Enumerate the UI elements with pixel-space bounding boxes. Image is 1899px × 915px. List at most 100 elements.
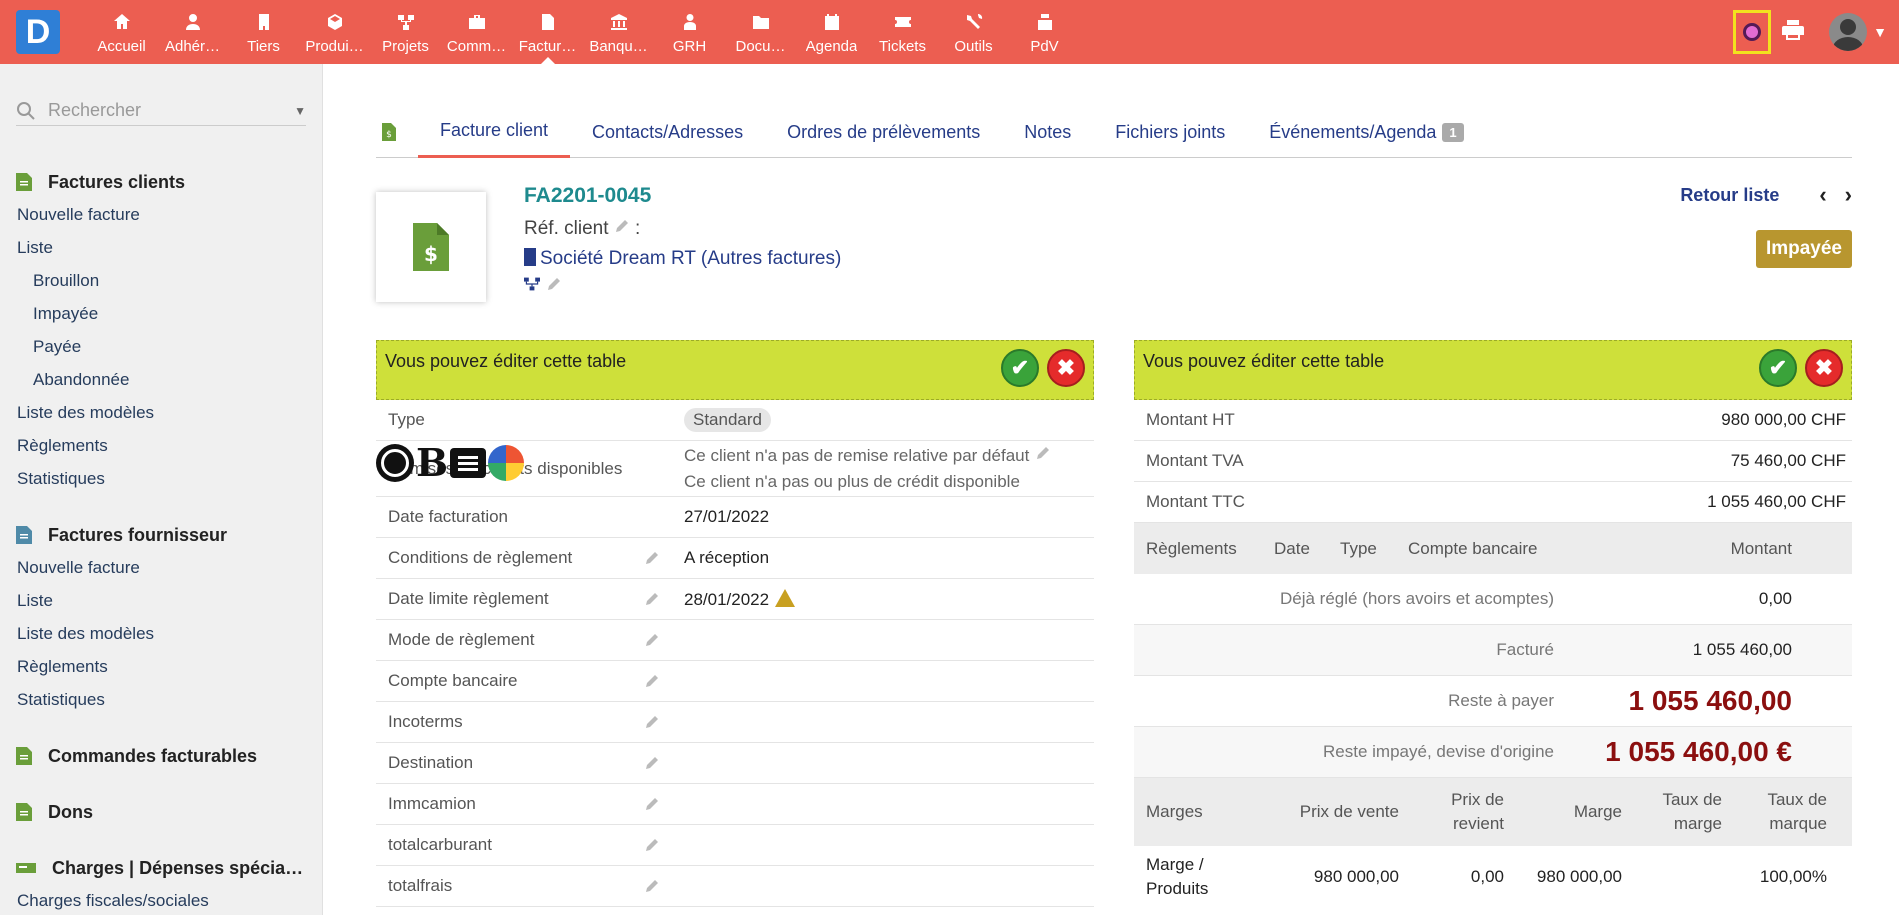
tab-1[interactable]: Contacts/Adresses <box>570 106 765 158</box>
nav-item-10[interactable]: Agenda <box>796 0 867 64</box>
company-link[interactable]: Société Dream RT <box>540 248 696 269</box>
nav-item-8[interactable]: GRH <box>654 0 725 64</box>
confirm-icon[interactable]: ✔ <box>1001 349 1039 387</box>
sidebar-item[interactable]: Nouvelle facture <box>0 551 323 584</box>
payments-column-header: Montant <box>1730 538 1792 558</box>
sidebar-item[interactable]: Liste des modèles <box>0 396 323 429</box>
sidebar-section-title: Factures clients <box>48 171 186 192</box>
extension-icon[interactable] <box>1733 10 1771 54</box>
app-logo[interactable]: D <box>16 10 60 54</box>
field-label: Type <box>388 410 425 429</box>
tab-3[interactable]: Notes <box>1002 106 1093 158</box>
sidebar-item[interactable]: Règlements <box>0 650 323 683</box>
sidebar-item[interactable]: Charges fiscales/sociales <box>0 884 323 915</box>
nav-item-9[interactable]: Docu… <box>725 0 796 64</box>
pencil-icon[interactable] <box>546 276 562 292</box>
pencil-icon[interactable] <box>1035 446 1051 465</box>
sidebar-item[interactable]: Payée <box>0 330 323 363</box>
sidebar-item[interactable]: Impayée <box>0 297 323 330</box>
field-row: Incoterms <box>376 702 1094 743</box>
sidebar-item[interactable]: Liste des modèles <box>0 617 323 650</box>
amount-row: Montant HT 980 000,00 CHF <box>1134 400 1852 441</box>
circle-logo-icon[interactable] <box>376 443 414 482</box>
pencil-icon[interactable] <box>644 632 660 653</box>
message-icon[interactable] <box>450 447 487 478</box>
cancel-icon[interactable]: ✖ <box>1805 349 1843 387</box>
pencil-icon[interactable] <box>614 218 630 234</box>
tools-icon <box>966 13 982 29</box>
sidebar-section-3[interactable]: Dons <box>0 796 323 828</box>
pencil-icon[interactable] <box>644 837 660 858</box>
sidebar-item[interactable]: Abandonnée <box>0 363 323 396</box>
nav-item-6[interactable]: Factur… <box>512 0 583 64</box>
pencil-icon[interactable] <box>644 673 660 694</box>
nav-item-4[interactable]: Projets <box>370 0 441 64</box>
nav-item-0[interactable]: Accueil <box>86 0 157 64</box>
sidebar-item[interactable]: Liste <box>0 584 323 617</box>
print-icon[interactable] <box>1781 18 1805 47</box>
nav-item-7[interactable]: Banqu… <box>583 0 654 64</box>
tab-2[interactable]: Ordres de prélèvements <box>765 106 1002 158</box>
svg-text:$: $ <box>386 130 392 140</box>
nav-item-label: Tiers <box>247 38 280 55</box>
sidebar-section-2[interactable]: Commandes facturables <box>0 740 323 772</box>
pencil-icon[interactable] <box>644 796 660 817</box>
sidebar-item[interactable]: Statistiques <box>0 683 323 716</box>
invoice-header: FA2201-0045 Réf. client : Société Dream … <box>524 184 841 292</box>
sidebar-item[interactable]: Liste <box>0 231 323 264</box>
project-icon <box>397 15 414 30</box>
bold-b-icon[interactable]: B <box>416 440 448 485</box>
sidebar-section-0[interactable]: Factures clients <box>0 166 323 198</box>
sidebar-section-4[interactable]: Charges | Dépenses spécia… <box>0 852 323 884</box>
margins-header: Marges Prix de vente Prix de revient Marge T… <box>1134 778 1852 846</box>
tab-4[interactable]: Fichiers joints <box>1093 106 1247 158</box>
pencil-icon[interactable] <box>644 755 660 776</box>
field-label: totalfrais <box>388 876 453 895</box>
overlay-toolbar: B <box>376 440 525 485</box>
nav-item-5[interactable]: Comm… <box>441 0 512 64</box>
charges-icon <box>16 863 36 873</box>
company-group-link[interactable]: Autres factures <box>707 248 835 269</box>
confirm-icon[interactable]: ✔ <box>1759 349 1797 387</box>
nav-item-2[interactable]: Tiers <box>228 0 299 64</box>
field-label: Date limite règlement <box>388 589 549 608</box>
sidebar-item[interactable]: Règlements <box>0 429 323 462</box>
main-nav: Accueil Adhér… Tiers Produi… Projets Comm… Fac… <box>86 0 1080 64</box>
next-record-button[interactable]: › <box>1845 182 1852 208</box>
chevron-down-icon[interactable]: ▼ <box>1867 24 1893 40</box>
pencil-icon[interactable] <box>644 591 660 612</box>
previous-record-button[interactable]: ‹ <box>1819 182 1826 208</box>
top-bar: D Accueil Adhér… Tiers Produi… Projets Comm… F… <box>0 0 1899 64</box>
search-box[interactable]: Rechercher ▼ <box>16 96 306 126</box>
tab-0[interactable]: Facture client <box>418 106 571 158</box>
nav-item-11[interactable]: Tickets <box>867 0 938 64</box>
nav-item-3[interactable]: Produi… <box>299 0 370 64</box>
payment-summary-row: Reste à payer 1 055 460,00 <box>1134 676 1852 727</box>
user-avatar[interactable] <box>1829 13 1867 51</box>
cancel-icon[interactable]: ✖ <box>1047 349 1085 387</box>
nav-item-13[interactable]: PdV <box>1009 0 1080 64</box>
back-to-list-link[interactable]: Retour liste <box>1680 185 1779 206</box>
pencil-icon[interactable] <box>644 550 660 571</box>
field-value-text: A réception <box>684 548 770 567</box>
sidebar-item[interactable]: Nouvelle facture <box>0 198 323 231</box>
sidebar-section-1[interactable]: Factures fournisseur <box>0 519 323 551</box>
tab-5[interactable]: Événements/Agenda 1 <box>1247 106 1485 158</box>
color-wheel-icon[interactable] <box>488 444 525 481</box>
invoice-icon: $ <box>376 192 486 302</box>
amount-value: 980 000,00 CHF <box>1721 410 1846 429</box>
payments-column-header: Compte bancaire <box>1408 538 1538 558</box>
margins-cell: 100,00% <box>1759 867 1827 886</box>
nav-item-label: GRH <box>672 38 707 55</box>
field-label: totalcarburant <box>388 835 492 854</box>
sidebar-item[interactable]: Brouillon <box>0 264 323 297</box>
pencil-icon[interactable] <box>644 878 660 899</box>
pencil-icon[interactable] <box>644 714 660 735</box>
nav-item-1[interactable]: Adhér… <box>157 0 228 64</box>
chevron-down-icon[interactable]: ▼ <box>294 104 306 118</box>
field-label: Mode de règlement <box>388 630 535 649</box>
nav-item-12[interactable]: Outils <box>938 0 1009 64</box>
sidebar-item[interactable]: Statistiques <box>0 462 323 495</box>
search-input[interactable]: Rechercher <box>48 100 294 121</box>
